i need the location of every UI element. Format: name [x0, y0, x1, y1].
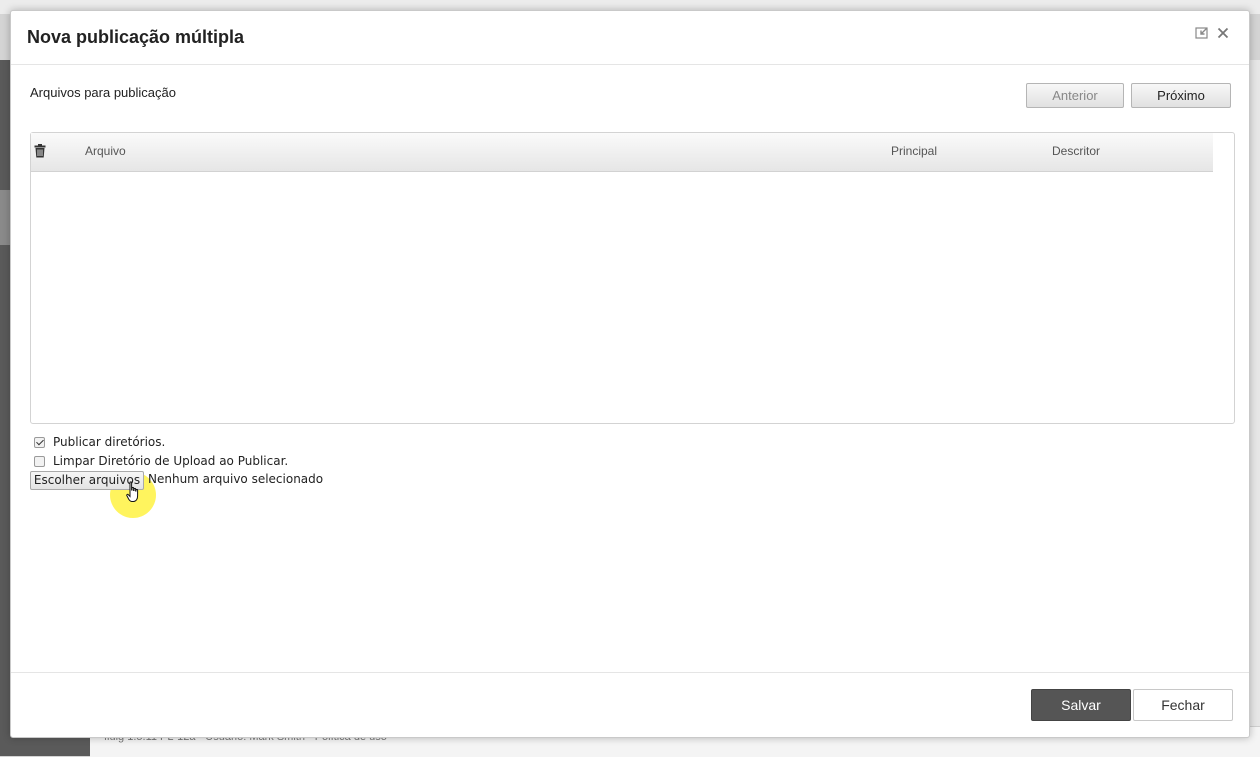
restore-window-icon[interactable] [1195, 27, 1209, 39]
multiple-publish-dialog: Nova publicação múltipla Arquivos para p… [10, 10, 1250, 738]
dialog-footer: Salvar Fechar [11, 672, 1249, 738]
publish-directories-option[interactable]: Publicar diretórios. [34, 435, 165, 449]
column-header-main: Principal [891, 144, 938, 158]
column-header-descriptor: Descritor [1052, 144, 1101, 158]
clear-upload-option[interactable]: Limpar Diretório de Upload ao Publicar. [34, 454, 288, 468]
hand-cursor-icon [126, 481, 142, 508]
clear-upload-label: Limpar Diretório de Upload ao Publicar. [53, 454, 289, 468]
files-table: Arquivo Principal Descritor [30, 132, 1235, 424]
table-header: Arquivo Principal Descritor [31, 133, 1213, 172]
save-button[interactable]: Salvar [1031, 689, 1131, 721]
trash-icon[interactable] [34, 144, 46, 163]
publish-directories-checkbox[interactable] [34, 436, 45, 448]
clear-upload-checkbox[interactable] [34, 455, 45, 467]
file-selection-status: Nenhum arquivo selecionado [148, 472, 324, 486]
column-header-file: Arquivo [85, 144, 126, 158]
previous-button[interactable]: Anterior [1026, 83, 1124, 108]
close-button[interactable]: Fechar [1133, 689, 1233, 721]
dialog-header: Nova publicação múltipla [11, 11, 1249, 65]
files-section-title: Arquivos para publicação [30, 85, 176, 100]
next-button[interactable]: Próximo [1131, 83, 1231, 108]
close-icon[interactable] [1217, 27, 1229, 39]
publish-directories-label: Publicar diretórios. [53, 435, 166, 449]
dialog-title: Nova publicação múltipla [27, 27, 245, 47]
